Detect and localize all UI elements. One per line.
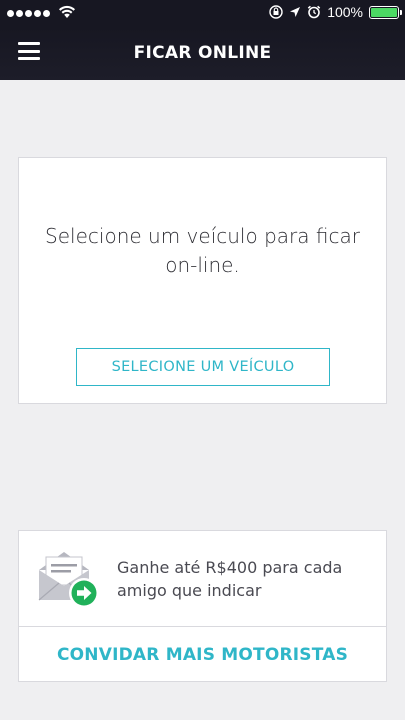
- location-arrow-icon: [290, 7, 301, 17]
- referral-promo[interactable]: Ganhe até R$400 para cada amigo que indi…: [19, 531, 386, 627]
- wifi-icon: [59, 5, 75, 18]
- vehicle-selection-card: Selecione um veículo para ficar on-line.…: [18, 157, 387, 404]
- signal-dots-icon: [7, 10, 50, 17]
- navigation-bar: FICAR ONLINE: [0, 28, 405, 80]
- invite-drivers-button[interactable]: CONVIDAR MAIS MOTORISTAS: [19, 628, 386, 682]
- select-vehicle-message: Selecione um veículo para ficar on-line.: [45, 224, 360, 277]
- page-title: FICAR ONLINE: [133, 43, 272, 63]
- battery-percentage: 100%: [327, 4, 363, 20]
- battery-icon: [369, 5, 402, 19]
- alarm-icon: [307, 5, 321, 19]
- orientation-lock-icon: [269, 5, 283, 19]
- select-vehicle-button[interactable]: SELECIONE UM VEÍCULO: [76, 348, 330, 386]
- invite-drivers-card: Ganhe até R$400 para cada amigo que indi…: [18, 530, 387, 682]
- envelope-arrow-icon: [38, 552, 99, 608]
- referral-promo-text: Ganhe até R$400 para cada amigo que indi…: [117, 558, 343, 600]
- status-bar: 100%: [0, 0, 405, 28]
